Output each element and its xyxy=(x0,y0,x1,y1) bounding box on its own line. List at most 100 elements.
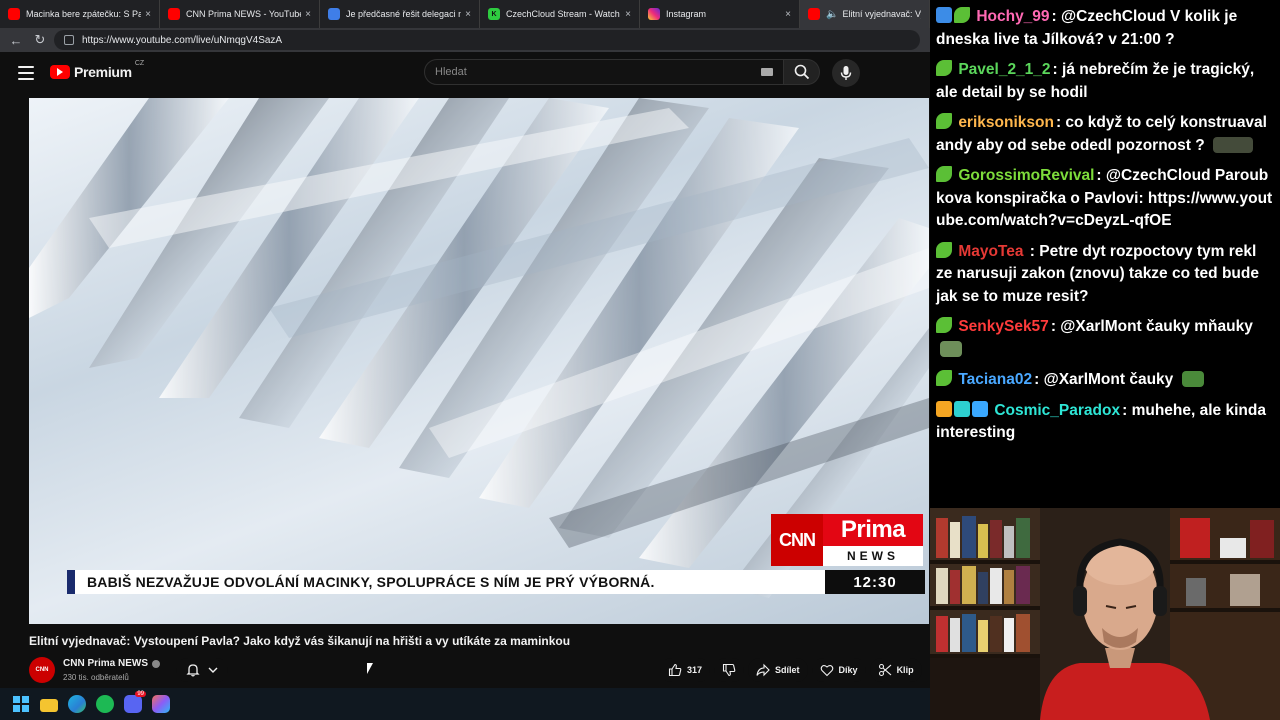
keyboard-icon[interactable] xyxy=(761,68,773,76)
like-button[interactable]: 317 xyxy=(660,658,711,682)
close-icon[interactable]: × xyxy=(145,9,151,20)
document-icon xyxy=(328,8,340,20)
search-placeholder: Hledat xyxy=(435,66,467,78)
share-button[interactable]: Sdílet xyxy=(748,658,808,682)
video-player[interactable]: CNN Prima NEWS BABIŠ NEZVAŽUJE ODVOLÁNÍ … xyxy=(29,98,929,624)
chevron-down-icon xyxy=(208,667,218,673)
ticker-accent-bar xyxy=(67,570,75,594)
ticker-headline: BABIŠ NEZVAŽUJE ODVOLÁNÍ MACINKY, SPOLUP… xyxy=(87,574,655,590)
url-text: https://www.youtube.com/live/uNmqgV4SazA xyxy=(82,34,283,46)
chat-username[interactable]: SenkySek57 xyxy=(958,318,1049,335)
video-title: Elitní vyjednavač: Vystoupení Pavla? Jak… xyxy=(29,634,571,648)
subscriber-count: 230 tis. odběratelů xyxy=(63,673,129,682)
youtube-icon xyxy=(168,8,180,20)
streamer-webcam xyxy=(930,508,1280,720)
discord-icon[interactable]: 99 xyxy=(124,691,146,713)
back-arrow-icon[interactable]: ← xyxy=(6,30,26,50)
chat-message: Taciana02: @XarlMont čauky xyxy=(936,369,1274,392)
channel-name-link[interactable]: CNN Prima NEWS xyxy=(63,658,161,669)
stream-chat: Hochy_99: @CzechCloud V kolik je dneska … xyxy=(930,0,1280,508)
edge-browser-icon[interactable] xyxy=(68,695,86,713)
menu-icon[interactable] xyxy=(18,66,34,80)
channel-avatar[interactable]: CNN xyxy=(29,657,55,683)
cube-badge-icon xyxy=(972,400,988,417)
mouse-cursor xyxy=(367,663,373,674)
chat-username[interactable]: GorossimoRevival xyxy=(958,167,1094,184)
chat-username[interactable]: eriksonikson xyxy=(958,114,1054,131)
like-count: 317 xyxy=(687,665,703,675)
chat-message: Hochy_99: @CzechCloud V kolik je dneska … xyxy=(936,7,1238,48)
browser-tab[interactable]: CNN Prima NEWS - YouTube × xyxy=(160,0,320,28)
file-explorer-icon[interactable] xyxy=(40,699,58,712)
clip-button[interactable]: Klip xyxy=(869,658,922,682)
reload-icon[interactable]: ↻ xyxy=(30,30,50,50)
kick-icon: K xyxy=(488,8,500,20)
chat-username[interactable]: Taciana02 xyxy=(958,371,1032,388)
chat-username[interactable]: Hochy_99 xyxy=(976,8,1049,25)
search-input[interactable]: Hledat xyxy=(424,59,784,85)
search-button[interactable] xyxy=(784,59,820,85)
browser-tab[interactable]: Je předčasné řešit delegaci na × xyxy=(320,0,480,28)
chat-message: SenkySek57: @XarlMont čauky mňauky xyxy=(936,316,1274,361)
clip-label: Klip xyxy=(896,665,914,675)
leaf-badge-icon xyxy=(936,370,952,386)
close-icon[interactable]: × xyxy=(465,9,471,20)
url-field[interactable]: https://www.youtube.com/live/uNmqgV4SazA xyxy=(54,30,920,50)
youtube-logo[interactable]: Premium CZ xyxy=(50,60,144,80)
notification-bell-button[interactable] xyxy=(176,658,228,682)
youtube-icon xyxy=(8,8,20,20)
leaf-badge-icon xyxy=(936,113,952,129)
speaker-icon[interactable]: 🔈 xyxy=(826,9,838,20)
dislike-button[interactable] xyxy=(714,658,745,682)
copilot-icon[interactable] xyxy=(152,695,170,713)
leaf-badge-icon xyxy=(936,241,952,258)
microphone-icon xyxy=(840,66,852,80)
news-ticker: BABIŠ NEZVAŽUJE ODVOLÁNÍ MACINKY, SPOLUP… xyxy=(67,570,925,594)
thanks-label: Díky xyxy=(838,665,858,675)
video-actions: 317 Sdílet Díky Klip xyxy=(660,658,922,682)
screen: Macinka bere zpátečku: S Pavlem × CNN Pr… xyxy=(0,0,1280,720)
windows-taskbar: 99 xyxy=(0,688,930,720)
tab-title: Je předčasné řešit delegaci na xyxy=(346,9,462,19)
tab-title: CNN Prima NEWS - YouTube xyxy=(186,9,302,19)
thumbs-down-icon xyxy=(722,663,736,677)
voice-search-button[interactable] xyxy=(832,59,860,87)
browser-tab-strip: Macinka bere zpátečku: S Pavlem × CNN Pr… xyxy=(0,0,930,28)
leaf-badge-icon xyxy=(954,7,970,23)
close-icon[interactable]: × xyxy=(305,9,311,20)
spotify-icon[interactable] xyxy=(96,695,114,713)
chat-username[interactable]: Cosmic_Paradox xyxy=(994,402,1120,419)
windows-start-icon[interactable] xyxy=(12,695,30,713)
thanks-button[interactable]: Díky xyxy=(811,658,866,682)
chat-message: Cosmic_Paradox: muhehe, ale kinda intere… xyxy=(936,400,1266,441)
browser-tab[interactable]: Macinka bere zpátečku: S Pavlem × xyxy=(0,0,160,28)
site-info-icon[interactable] xyxy=(64,35,74,45)
channel-name: CNN Prima NEWS xyxy=(63,658,149,669)
close-icon[interactable]: × xyxy=(625,9,631,20)
youtube-header: Premium CZ Hledat xyxy=(0,52,930,98)
emote-icon xyxy=(1213,136,1254,153)
browser-tab[interactable]: K CzechCloud Stream - Watch Live o × xyxy=(480,0,640,28)
address-bar: ← ↻ https://www.youtube.com/live/uNmqgV4… xyxy=(0,28,930,52)
share-label: Sdílet xyxy=(775,665,800,675)
youtube-icon xyxy=(808,8,820,20)
ticker-clock: 12:30 xyxy=(825,570,925,594)
brand-label: Premium xyxy=(74,64,132,80)
news-label: NEWS xyxy=(823,546,923,566)
bell-icon xyxy=(186,664,200,677)
browser-tab-active[interactable]: 🔈 Elitní vyjednavač: Vystou xyxy=(800,0,930,28)
chat-username[interactable]: MayoTea xyxy=(958,243,1023,260)
leaf-badge-icon xyxy=(936,60,952,76)
prima-logo: Prima xyxy=(823,514,923,546)
thumbs-up-icon xyxy=(668,663,682,677)
chat-username[interactable]: Pavel_2_1_2 xyxy=(958,61,1050,78)
cnn-prima-logo: CNN Prima NEWS xyxy=(771,514,923,566)
close-icon[interactable]: × xyxy=(785,9,791,20)
cnn-logo: CNN xyxy=(771,514,823,566)
search-icon xyxy=(794,64,809,80)
chat-text: @XarlMont čauky xyxy=(1043,371,1174,388)
browser-tab[interactable]: Instagram × xyxy=(640,0,800,28)
leaf-badge-icon xyxy=(936,166,952,182)
tab-title: CzechCloud Stream - Watch Live o xyxy=(506,9,621,19)
emote-icon xyxy=(940,340,962,357)
